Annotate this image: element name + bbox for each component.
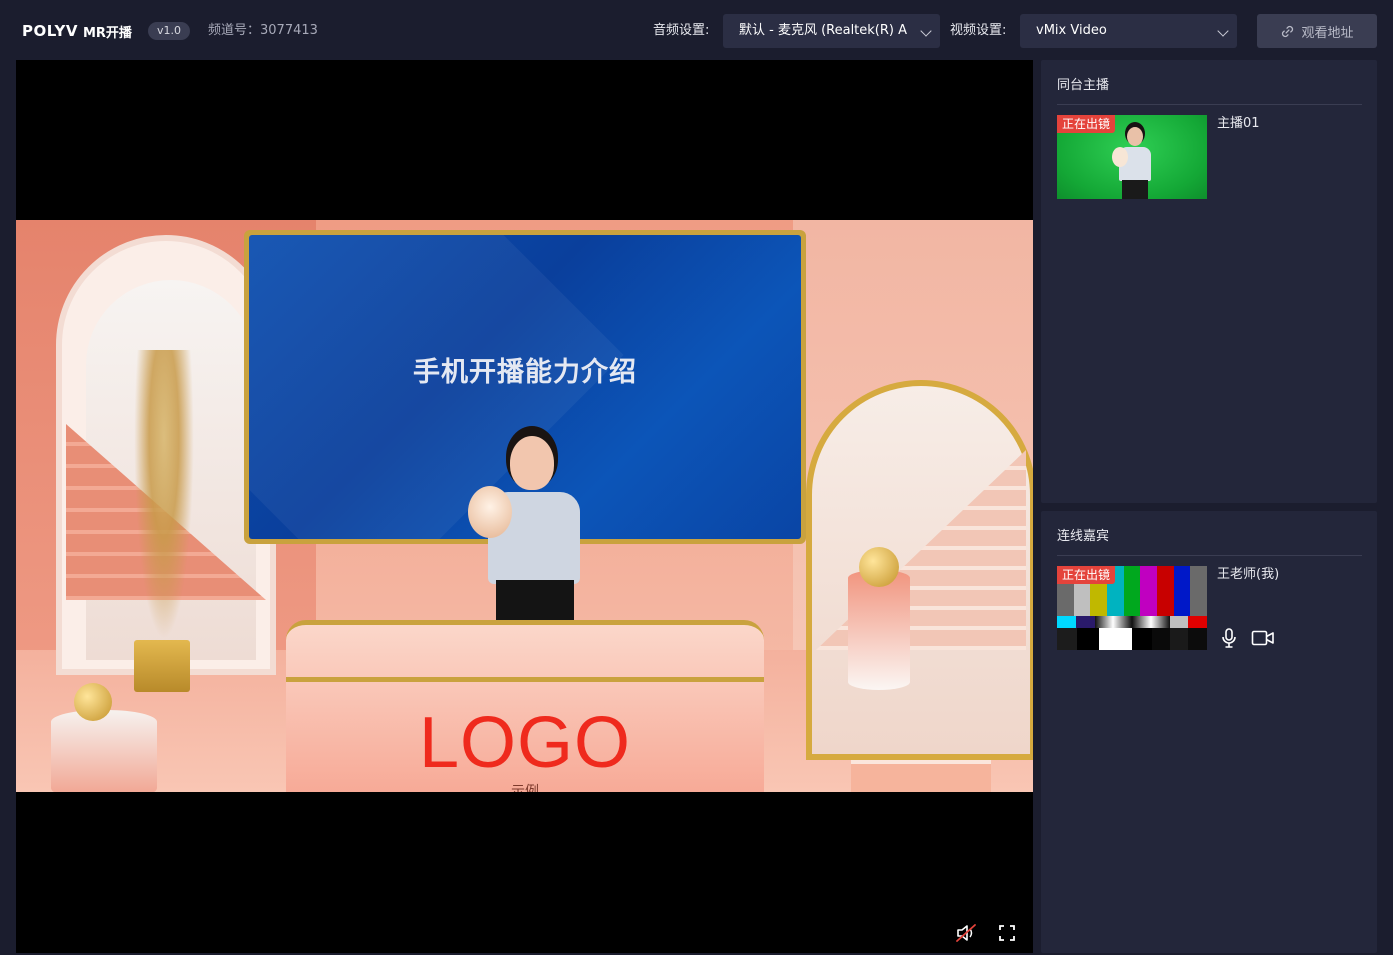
desk-logo: LOGO [418,703,632,783]
on-camera-badge: 正在出镜 [1057,566,1116,584]
video-device-select[interactable]: vMix Video [1020,14,1237,48]
fullscreen-icon[interactable] [996,922,1018,944]
microphone-icon[interactable] [1219,627,1239,649]
app-logo: POLYV MR开播 [22,21,132,41]
studio-desk: LOGO 示例 [286,620,764,792]
audio-settings-label: 音频设置: [653,23,710,38]
video-settings-label: 视频设置: [950,23,1007,38]
watch-url-button[interactable]: 观看地址 [1257,14,1377,48]
guests-title: 连线嘉宾 [1057,529,1110,544]
main-video-stage: 手机开播能力介绍 LOGO 示例 [16,60,1033,953]
on-camera-badge: 正在出镜 [1057,115,1116,133]
presenter [466,432,596,622]
co-hosts-title: 同台主播 [1057,78,1110,93]
top-bar: POLYV MR开播 v1.0 频道号：3077413 音频设置: 默认 - 麦… [0,0,1393,60]
chevron-down-icon [920,25,932,37]
speaker-muted-icon[interactable] [955,922,977,944]
virtual-studio-scene: 手机开播能力介绍 LOGO 示例 [16,220,1033,792]
chevron-down-icon [1217,25,1229,37]
audio-device-select[interactable]: 默认 - 麦克风 (Realtek(R) A [723,14,940,48]
link-icon [1282,25,1294,37]
screen-title: 手机开播能力介绍 [413,357,637,388]
video-device-value: vMix Video [1036,23,1107,38]
audio-device-value: 默认 - 麦克风 (Realtek(R) A [739,23,908,38]
watch-url-label: 观看地址 [1301,25,1354,41]
camera-icon[interactable] [1251,628,1275,648]
plant-decoration [134,350,194,640]
guest-name: 王老师(我) [1217,567,1280,582]
plush-toy [468,486,512,538]
channel-number: 频道号：3077413 [208,23,318,38]
brand-name: MR开播 [82,25,132,41]
gift-box [851,760,991,792]
desk-logo-sub: 示例 [511,784,539,792]
co-hosts-panel: 同台主播 正在出镜 主播01 [1041,60,1377,503]
brand-mark: POLYV [22,22,78,40]
version-badge: v1.0 [148,22,191,40]
guest-video-thumbnail[interactable]: 正在出镜 [1057,566,1207,650]
co-host-video-thumbnail[interactable]: 正在出镜 [1057,115,1207,199]
co-host-name: 主播01 [1217,116,1260,131]
guests-panel: 连线嘉宾 正在出镜 王老师(我) [1041,511,1377,953]
